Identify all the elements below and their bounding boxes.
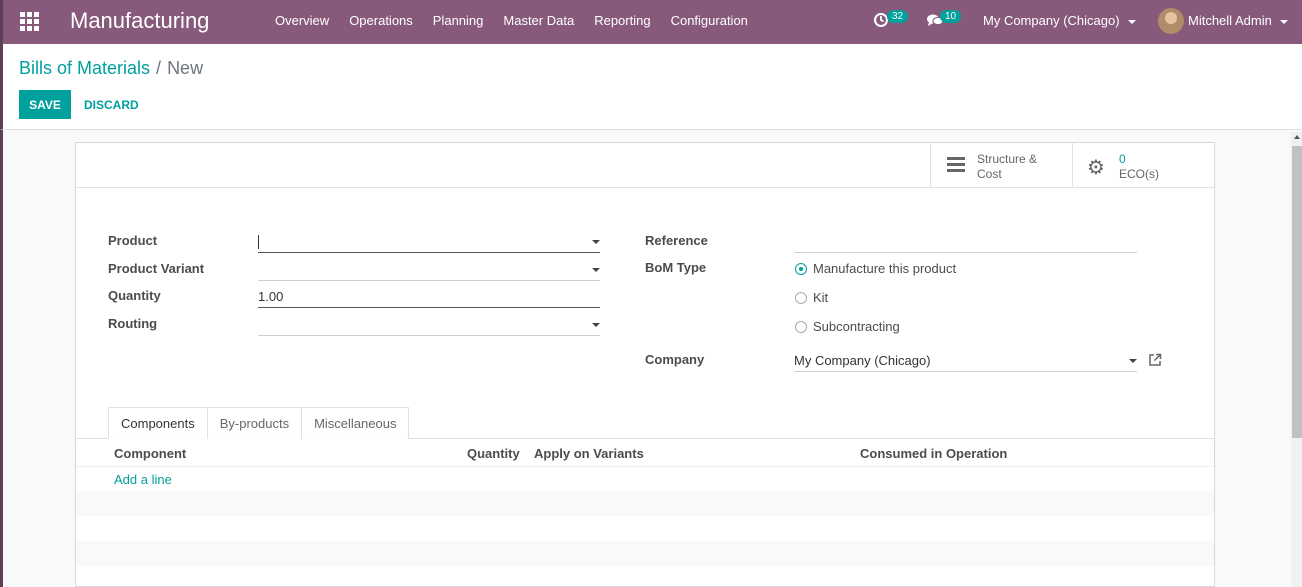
chevron-down-icon[interactable] — [592, 240, 600, 244]
chevron-down-icon[interactable] — [592, 323, 600, 327]
components-table-header: Component Quantity Apply on Variants Con… — [76, 439, 1214, 467]
discard-button[interactable]: DISCARD — [84, 90, 139, 119]
bars-icon — [947, 157, 965, 173]
structure-cost-line1: Structure & — [977, 152, 1038, 166]
column-consumed-in-operation[interactable]: Consumed in Operation — [860, 446, 1007, 461]
table-row — [76, 491, 1214, 516]
text-cursor — [258, 235, 259, 249]
structure-cost-button[interactable]: Structure & Cost — [930, 143, 1072, 187]
reference-field[interactable] — [794, 231, 1137, 253]
eco-count: 0 — [1119, 152, 1126, 166]
menu-master-data[interactable]: Master Data — [493, 0, 584, 44]
column-component[interactable]: Component — [114, 446, 186, 461]
user-name: Mitchell Admin — [1188, 13, 1272, 28]
divider — [76, 187, 1214, 188]
chevron-down-icon[interactable] — [1129, 359, 1137, 363]
radio-unchecked-icon[interactable] — [795, 292, 807, 304]
company-label: Company — [645, 352, 705, 367]
notebook-tabs: Components By-products Miscellaneous — [108, 407, 410, 439]
form-content: Structure & Cost ⚙ 0 ECO(s) Product Produc… — [0, 130, 1302, 587]
tab-miscellaneous[interactable]: Miscellaneous — [301, 407, 410, 439]
bom-type-option-label: Kit — [813, 290, 829, 305]
tab-components[interactable]: Components — [108, 407, 208, 439]
gears-icon: ⚙ — [1087, 157, 1105, 179]
message-count-badge: 10 — [940, 10, 962, 23]
product-field[interactable] — [258, 231, 600, 253]
main-menu: Overview Operations Planning Master Data… — [265, 0, 758, 44]
product-label: Product — [108, 233, 158, 248]
radio-checked-icon[interactable] — [795, 263, 807, 275]
tab-by-products[interactable]: By-products — [206, 407, 303, 439]
structure-cost-line2: Cost — [977, 167, 1002, 181]
form-sheet: Structure & Cost ⚙ 0 ECO(s) Product Produc… — [75, 142, 1215, 587]
quantity-field[interactable]: 1.00 — [258, 286, 600, 308]
top-navbar: Manufacturing Overview Operations Planni… — [0, 0, 1302, 44]
menu-reporting[interactable]: Reporting — [584, 0, 660, 44]
table-row: Add a line — [76, 467, 1214, 491]
routing-field[interactable] — [258, 314, 600, 336]
company-switcher-label: My Company (Chicago) — [983, 13, 1120, 28]
routing-label: Routing — [108, 316, 158, 331]
bom-type-option-label: Manufacture this product — [813, 261, 957, 276]
breadcrumb-separator: / — [156, 58, 162, 78]
messages-button[interactable]: 10 — [926, 9, 962, 31]
company-field[interactable]: My Company (Chicago) — [794, 350, 1137, 372]
eco-label: ECO(s) — [1119, 167, 1159, 181]
chevron-down-icon[interactable] — [592, 268, 600, 272]
company-switcher[interactable]: My Company (Chicago) — [983, 13, 1136, 28]
breadcrumb-current: New — [167, 58, 204, 78]
bom-type-label: BoM Type — [645, 260, 707, 275]
activity-count-badge: 32 — [887, 10, 909, 23]
bom-type-option-label: Subcontracting — [813, 319, 900, 334]
quantity-label: Quantity — [108, 288, 161, 303]
eco-button[interactable]: ⚙ 0 ECO(s) — [1072, 143, 1214, 187]
reference-label: Reference — [645, 233, 708, 248]
breadcrumb-bills-of-materials[interactable]: Bills of Materials — [19, 58, 150, 78]
breadcrumb: Bills of Materials / New — [19, 58, 203, 79]
scrollbar-thumb[interactable] — [1292, 146, 1302, 438]
company-value: My Company (Chicago) — [794, 353, 931, 368]
avatar[interactable] — [1158, 8, 1184, 34]
chevron-down-icon — [1127, 19, 1136, 24]
app-brand[interactable]: Manufacturing — [70, 8, 209, 34]
control-panel: Bills of Materials / New SAVE DISCARD — [0, 44, 1302, 130]
chevron-down-icon — [1279, 19, 1288, 24]
menu-planning[interactable]: Planning — [423, 0, 494, 44]
column-apply-on-variants[interactable]: Apply on Variants — [534, 446, 644, 461]
apps-grid-icon[interactable] — [20, 12, 39, 31]
activity-button[interactable]: 32 — [873, 9, 909, 31]
radio-unchecked-icon[interactable] — [795, 321, 807, 333]
table-row — [76, 541, 1214, 566]
scrollbar[interactable] — [1291, 132, 1302, 587]
menu-operations[interactable]: Operations — [339, 0, 423, 44]
user-menu[interactable]: Mitchell Admin — [1188, 13, 1288, 28]
table-row — [76, 516, 1214, 541]
save-button[interactable]: SAVE — [19, 90, 71, 119]
menu-overview[interactable]: Overview — [265, 0, 339, 44]
product-variant-label: Product Variant — [108, 261, 205, 276]
menu-configuration[interactable]: Configuration — [661, 0, 758, 44]
column-quantity[interactable]: Quantity — [467, 446, 520, 461]
add-line-link[interactable]: Add a line — [114, 472, 172, 487]
external-link-icon[interactable] — [1148, 353, 1162, 367]
scroll-up-arrow-icon[interactable] — [1294, 135, 1300, 139]
quantity-value: 1.00 — [258, 289, 284, 304]
button-box: Structure & Cost ⚙ 0 ECO(s) — [930, 143, 1214, 187]
product-variant-field[interactable] — [258, 259, 600, 281]
